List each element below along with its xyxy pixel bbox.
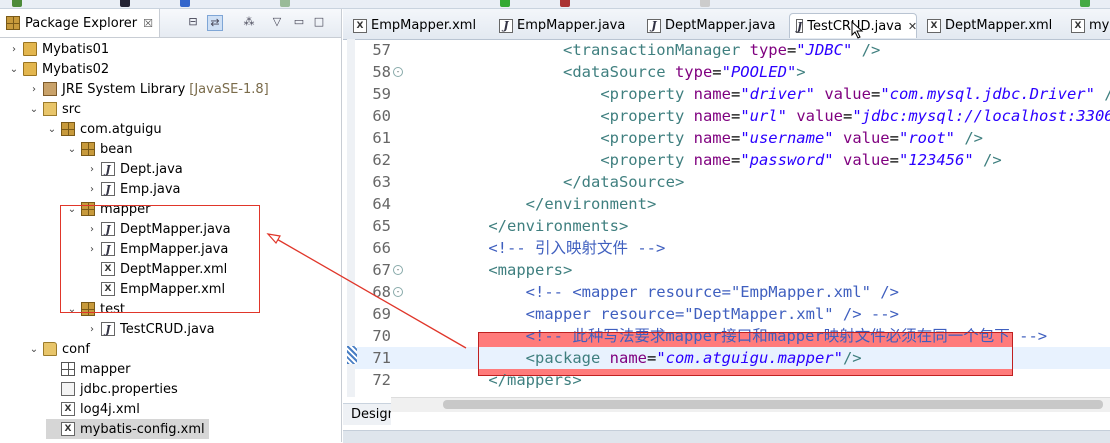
annotation-arrow: [266, 233, 467, 349]
